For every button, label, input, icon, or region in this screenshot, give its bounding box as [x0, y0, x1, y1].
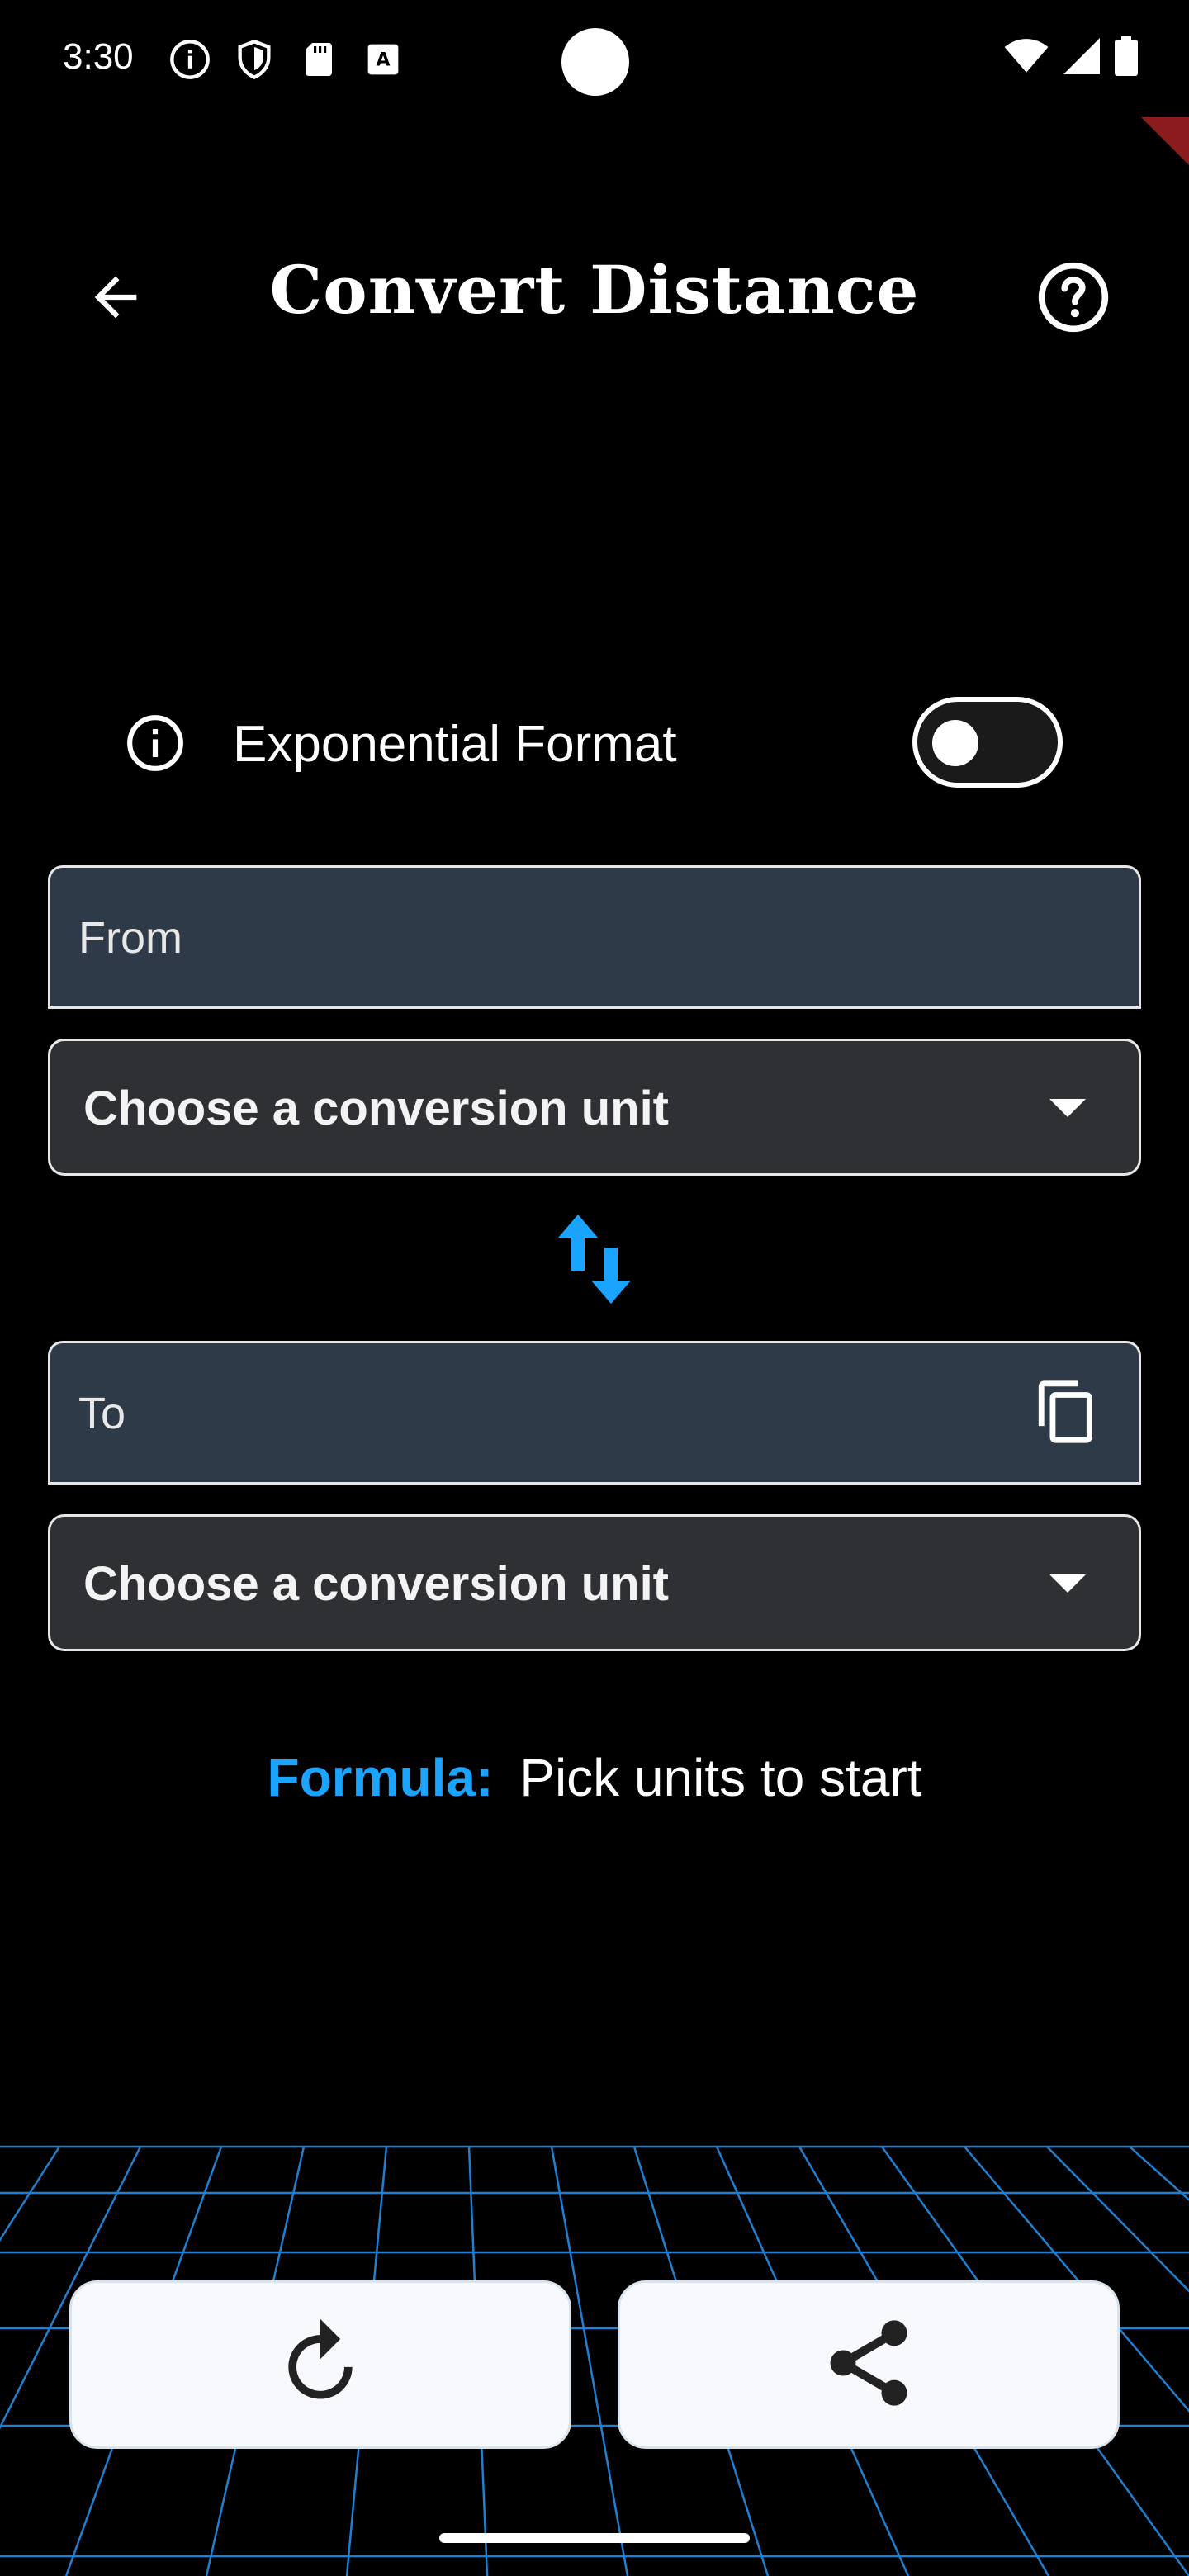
signal-icon [1063, 38, 1100, 78]
caret-down-icon [1049, 1099, 1086, 1117]
to-unit-label: Choose a conversion unit [83, 1557, 669, 1611]
share-button[interactable] [618, 2280, 1120, 2449]
status-time: 3:30 [63, 36, 134, 77]
svg-text:A: A [376, 50, 390, 70]
home-indicator[interactable] [439, 2533, 750, 2543]
copy-icon [1033, 1378, 1101, 1450]
to-unit-dropdown[interactable]: Choose a conversion unit [48, 1514, 1141, 1651]
to-placeholder: To [78, 1389, 126, 1438]
shield-icon [231, 36, 277, 83]
from-unit-label: Choose a conversion unit [83, 1082, 669, 1135]
status-icons-left: A [167, 36, 406, 83]
reset-button[interactable] [69, 2280, 571, 2449]
wifi-icon [1004, 38, 1049, 78]
help-circle-icon [1035, 259, 1111, 339]
from-unit-dropdown[interactable]: Choose a conversion unit [48, 1039, 1141, 1176]
exponential-format-toggle[interactable] [912, 697, 1063, 788]
exponential-format-label: Exponential Format [233, 716, 677, 773]
battery-icon [1115, 36, 1138, 80]
swap-vertical-icon [555, 1211, 634, 1311]
exponential-format-row: Exponential Format [124, 694, 1073, 793]
sd-card-icon [296, 36, 342, 83]
info-circle-icon[interactable] [124, 712, 187, 774]
formula-label: Formula: [267, 1748, 494, 1807]
share-icon [817, 2312, 920, 2418]
refresh-icon [272, 2315, 368, 2415]
swap-units-button[interactable] [548, 1207, 641, 1314]
status-icons-right [1004, 36, 1138, 80]
help-button[interactable] [1030, 256, 1116, 342]
caret-down-icon [1049, 1574, 1086, 1593]
font-download-icon: A [360, 36, 406, 83]
formula-row: Formula: Pick units to start [0, 1747, 1189, 1808]
camera-cutout [561, 28, 629, 96]
app-bar: Convert Distance [0, 231, 1189, 355]
info-circle-icon [167, 36, 213, 83]
toggle-knob [932, 720, 978, 766]
debug-corner-flag [1141, 117, 1189, 165]
status-bar: 3:30 A [0, 0, 1189, 124]
to-output[interactable]: To [48, 1341, 1141, 1485]
from-input[interactable]: From [48, 865, 1141, 1009]
formula-text: Pick units to start [519, 1748, 922, 1807]
page-title: Convert Distance [269, 251, 920, 329]
from-placeholder: From [78, 913, 182, 963]
copy-button[interactable] [1030, 1376, 1104, 1451]
